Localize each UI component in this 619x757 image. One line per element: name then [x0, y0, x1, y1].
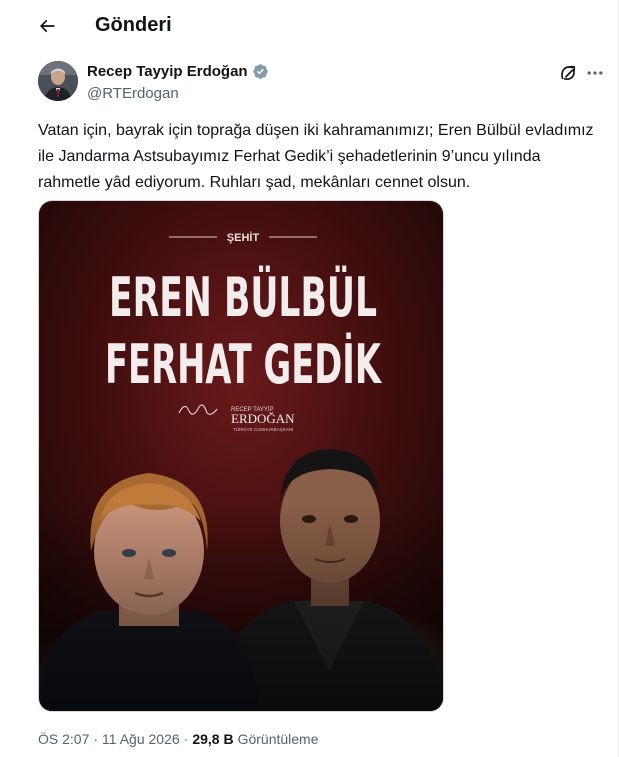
avatar[interactable]: [38, 61, 78, 101]
more-horizontal-icon[interactable]: [585, 63, 605, 83]
poster-line-1: EREN BÜLBÜL: [109, 266, 377, 329]
poster-kicker: ŞEHİT: [227, 231, 260, 244]
display-name[interactable]: Recep Tayyip Erdoğan: [87, 63, 248, 80]
meta-separator: ·: [183, 731, 189, 747]
poster-line-2: FERHAT GEDİK: [105, 333, 382, 396]
arrow-left-icon: [39, 19, 55, 33]
post-detail-page: Gönderi Recep Tayyip Erdoğan @RTErdogan: [0, 0, 619, 757]
signature-caption: TÜRKİYE CUMHURBAŞKANI: [233, 426, 293, 432]
header: Gönderi: [0, 0, 619, 50]
verified-badge-icon: [252, 64, 268, 79]
handle[interactable]: @RTErdogan: [87, 85, 179, 102]
name-row: Recep Tayyip Erdoğan: [87, 63, 269, 80]
tweet-date[interactable]: 11 Ağu 2026: [102, 731, 180, 747]
tweet-image[interactable]: ŞEHİT EREN BÜLBÜL FERHAT GEDİK RECEP TAY…: [38, 200, 444, 712]
page-title: Gönderi: [95, 14, 172, 36]
signature-big: ERDOĞAN: [231, 411, 295, 426]
grok-icon[interactable]: [558, 63, 578, 83]
tweet-text: Vatan için, bayrak için toprağa düşen ik…: [38, 122, 594, 191]
tweet-meta: ÖS 2:07 · 11 Ağu 2026 · 29,8 B Görüntüle…: [38, 731, 319, 747]
views-label: Görüntüleme: [237, 731, 319, 747]
back-button[interactable]: [30, 9, 64, 43]
views-count: 29,8 B: [192, 731, 234, 747]
meta-separator: ·: [93, 731, 99, 747]
tweet-time[interactable]: ÖS 2:07: [38, 731, 89, 747]
author-row: Recep Tayyip Erdoğan @RTErdogan: [38, 61, 603, 105]
